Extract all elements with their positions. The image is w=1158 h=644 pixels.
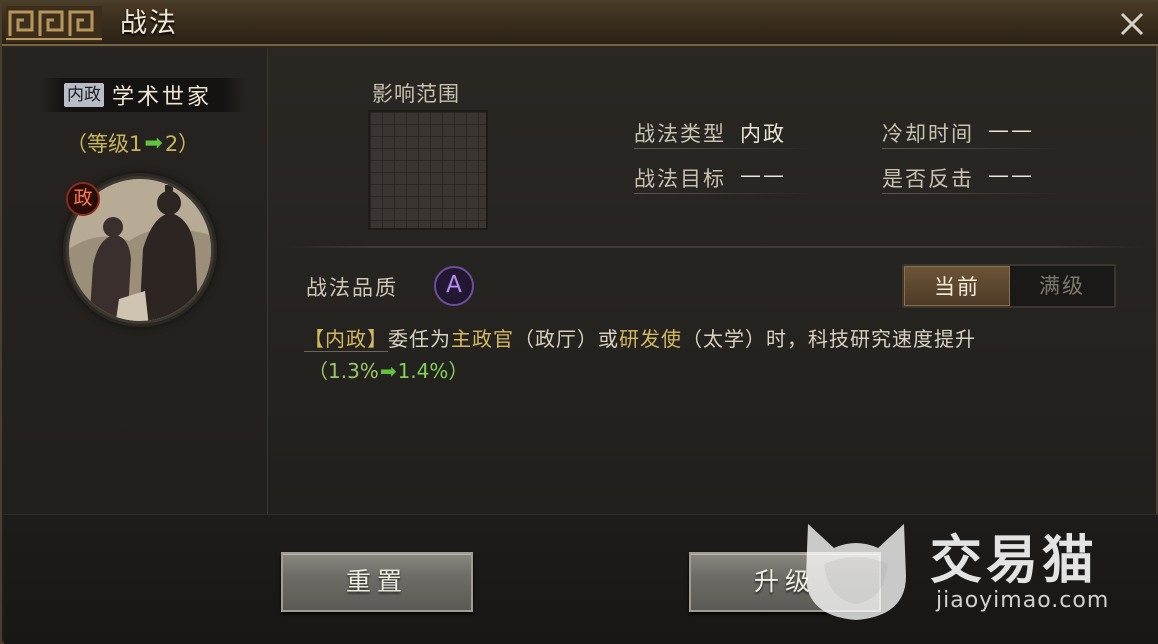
quality-grade-badge: A [434,266,474,306]
skill-name-plate: 内政 学术世家 [40,78,246,112]
divider [882,193,1062,194]
description-tag: 【内政】 [304,327,388,352]
watermark-url: jiaoyimao.com [936,588,1110,613]
range-label: 影响范围 [372,82,460,106]
description-text: 委任为 [388,327,451,351]
politics-badge: 政 [66,182,100,216]
speed-change: （1.3% ➡ 1.4%） [308,356,468,386]
skill-dialog: 战法 内政 学术世家 （等级1 ➡ 2） 政 影响范围 战法类型 内政 冷却时间… [0,0,1158,644]
speed-from: （1.3% [308,359,379,383]
title-bar: 战法 [2,2,1158,46]
arrow-right-icon: ➡ [379,359,397,383]
cooldown-value: —— [988,118,1034,142]
role-highlight: 研发使 [619,327,682,351]
reset-button[interactable]: 重置 [281,552,473,612]
speed-to: 1.4%） [397,359,469,383]
watermark-name: 交易猫 [930,531,1099,591]
range-grid [368,110,488,230]
counterattack-value: —— [988,163,1034,187]
cooldown-row: 冷却时间 —— [882,118,1034,148]
divider [634,193,814,194]
level-to: 2） [164,132,200,156]
role-highlight: 主政官 [451,327,514,351]
tab-current[interactable]: 当前 [904,266,1010,306]
arrow-right-icon: ➡ [144,130,163,156]
skill-type-label: 战法类型 [634,122,726,146]
skill-type-tag: 内政 [64,83,104,107]
counterattack-label: 是否反击 [882,167,974,191]
divider [882,148,1062,149]
cooldown-label: 冷却时间 [882,122,974,146]
skill-name: 学术世家 [112,85,213,110]
skill-type-value: 内政 [740,122,786,146]
window-title: 战法 [120,8,178,39]
tab-max-level[interactable]: 满级 [1010,266,1114,306]
description-text: （政厅）或 [514,327,619,351]
divider [634,148,814,149]
target-value: —— [740,163,786,187]
close-icon[interactable] [1114,6,1150,42]
level-from: （等级1 [66,132,143,156]
level-view-toggle: 当前 满级 [902,264,1116,308]
level-change: （等级1 ➡ 2） [66,128,199,158]
target-row: 战法目标 —— [634,163,786,193]
description-text: （太学）时，科技研究速度提升 [682,327,976,351]
section-divider [286,246,1142,248]
skill-type-row: 战法类型 内政 [634,118,786,148]
cat-logo-icon [806,524,906,620]
target-label: 战法目标 [634,167,726,191]
quality-label: 战法品质 [306,276,398,300]
fret-ornament-icon [6,6,102,42]
counterattack-row: 是否反击 —— [882,163,1034,193]
skill-description: 【内政】委任为主政官（政厅）或研发使（太学）时，科技研究速度提升 [304,324,1104,354]
